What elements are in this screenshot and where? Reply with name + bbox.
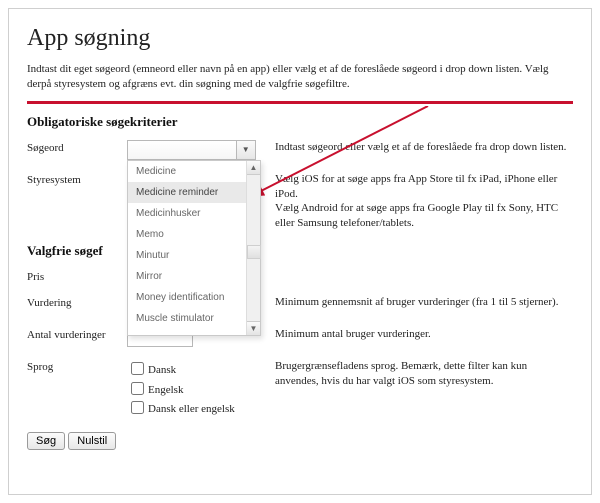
- language-label: Sprog: [27, 359, 127, 373]
- language-option[interactable]: Dansk eller engelsk: [127, 398, 267, 418]
- keyword-option[interactable]: Medicinhusker: [128, 203, 260, 224]
- language-help: Brugergrænsefladens sprog. Bemærk, dette…: [267, 359, 573, 389]
- language-option[interactable]: Engelsk: [127, 379, 267, 399]
- reviewcount-help: Minimum antal bruger vurderinger.: [267, 327, 573, 342]
- os-help: Vælg iOS for at søge apps fra App Store …: [267, 172, 573, 231]
- rating-help: Minimum gennemsnit af bruger vurderinger…: [267, 295, 573, 310]
- keyword-option[interactable]: Minutur: [128, 245, 260, 266]
- dropdown-scrollbar[interactable]: ▲ ▼: [246, 161, 260, 335]
- scroll-up-button[interactable]: ▲: [247, 161, 260, 175]
- keyword-option[interactable]: Muscle stimulator: [128, 308, 260, 329]
- scroll-down-button[interactable]: ▼: [247, 321, 260, 335]
- keyword-combo[interactable]: ▼ MedicineMedicine reminderMedicinhusker…: [127, 140, 256, 160]
- search-form: App søgning Indtast dit eget søgeord (em…: [8, 8, 592, 495]
- keyword-option[interactable]: [128, 329, 260, 335]
- os-label: Styresystem: [27, 172, 127, 186]
- keyword-input[interactable]: [127, 140, 237, 160]
- keyword-option[interactable]: Medicine: [128, 161, 260, 182]
- keyword-option[interactable]: Mirror: [128, 266, 260, 287]
- language-checkboxes: DanskEngelskDansk eller engelsk: [127, 359, 267, 418]
- keyword-option[interactable]: Medicine reminder: [128, 182, 260, 203]
- keyword-option[interactable]: Money identification: [128, 287, 260, 308]
- section-required: Obligatoriske søgekriterier: [27, 114, 573, 130]
- keyword-help: Indtast søgeord eller vælg et af de fore…: [267, 140, 573, 155]
- keyword-dropdown-toggle[interactable]: ▼: [236, 140, 256, 160]
- search-button[interactable]: Søg: [27, 432, 65, 450]
- chevron-down-icon: ▼: [242, 145, 250, 154]
- reviewcount-label: Antal vurderinger: [27, 327, 127, 341]
- price-label: Pris: [27, 269, 127, 283]
- reset-button[interactable]: Nulstil: [68, 432, 116, 450]
- keyword-label: Søgeord: [27, 140, 127, 154]
- divider: [27, 101, 573, 104]
- intro-text: Indtast dit eget søgeord (emneord eller …: [27, 62, 573, 93]
- page-title: App søgning: [27, 25, 573, 52]
- keyword-dropdown[interactable]: MedicineMedicine reminderMedicinhuskerMe…: [127, 160, 261, 336]
- language-option[interactable]: Dansk: [127, 359, 267, 379]
- language-checkbox[interactable]: [131, 401, 144, 414]
- section-optional: Valgfrie søgef: [27, 243, 573, 259]
- keyword-option[interactable]: Memo: [128, 224, 260, 245]
- rating-label: Vurdering: [27, 295, 127, 309]
- language-checkbox[interactable]: [131, 362, 144, 375]
- language-checkbox[interactable]: [131, 382, 144, 395]
- scroll-thumb[interactable]: [247, 245, 261, 259]
